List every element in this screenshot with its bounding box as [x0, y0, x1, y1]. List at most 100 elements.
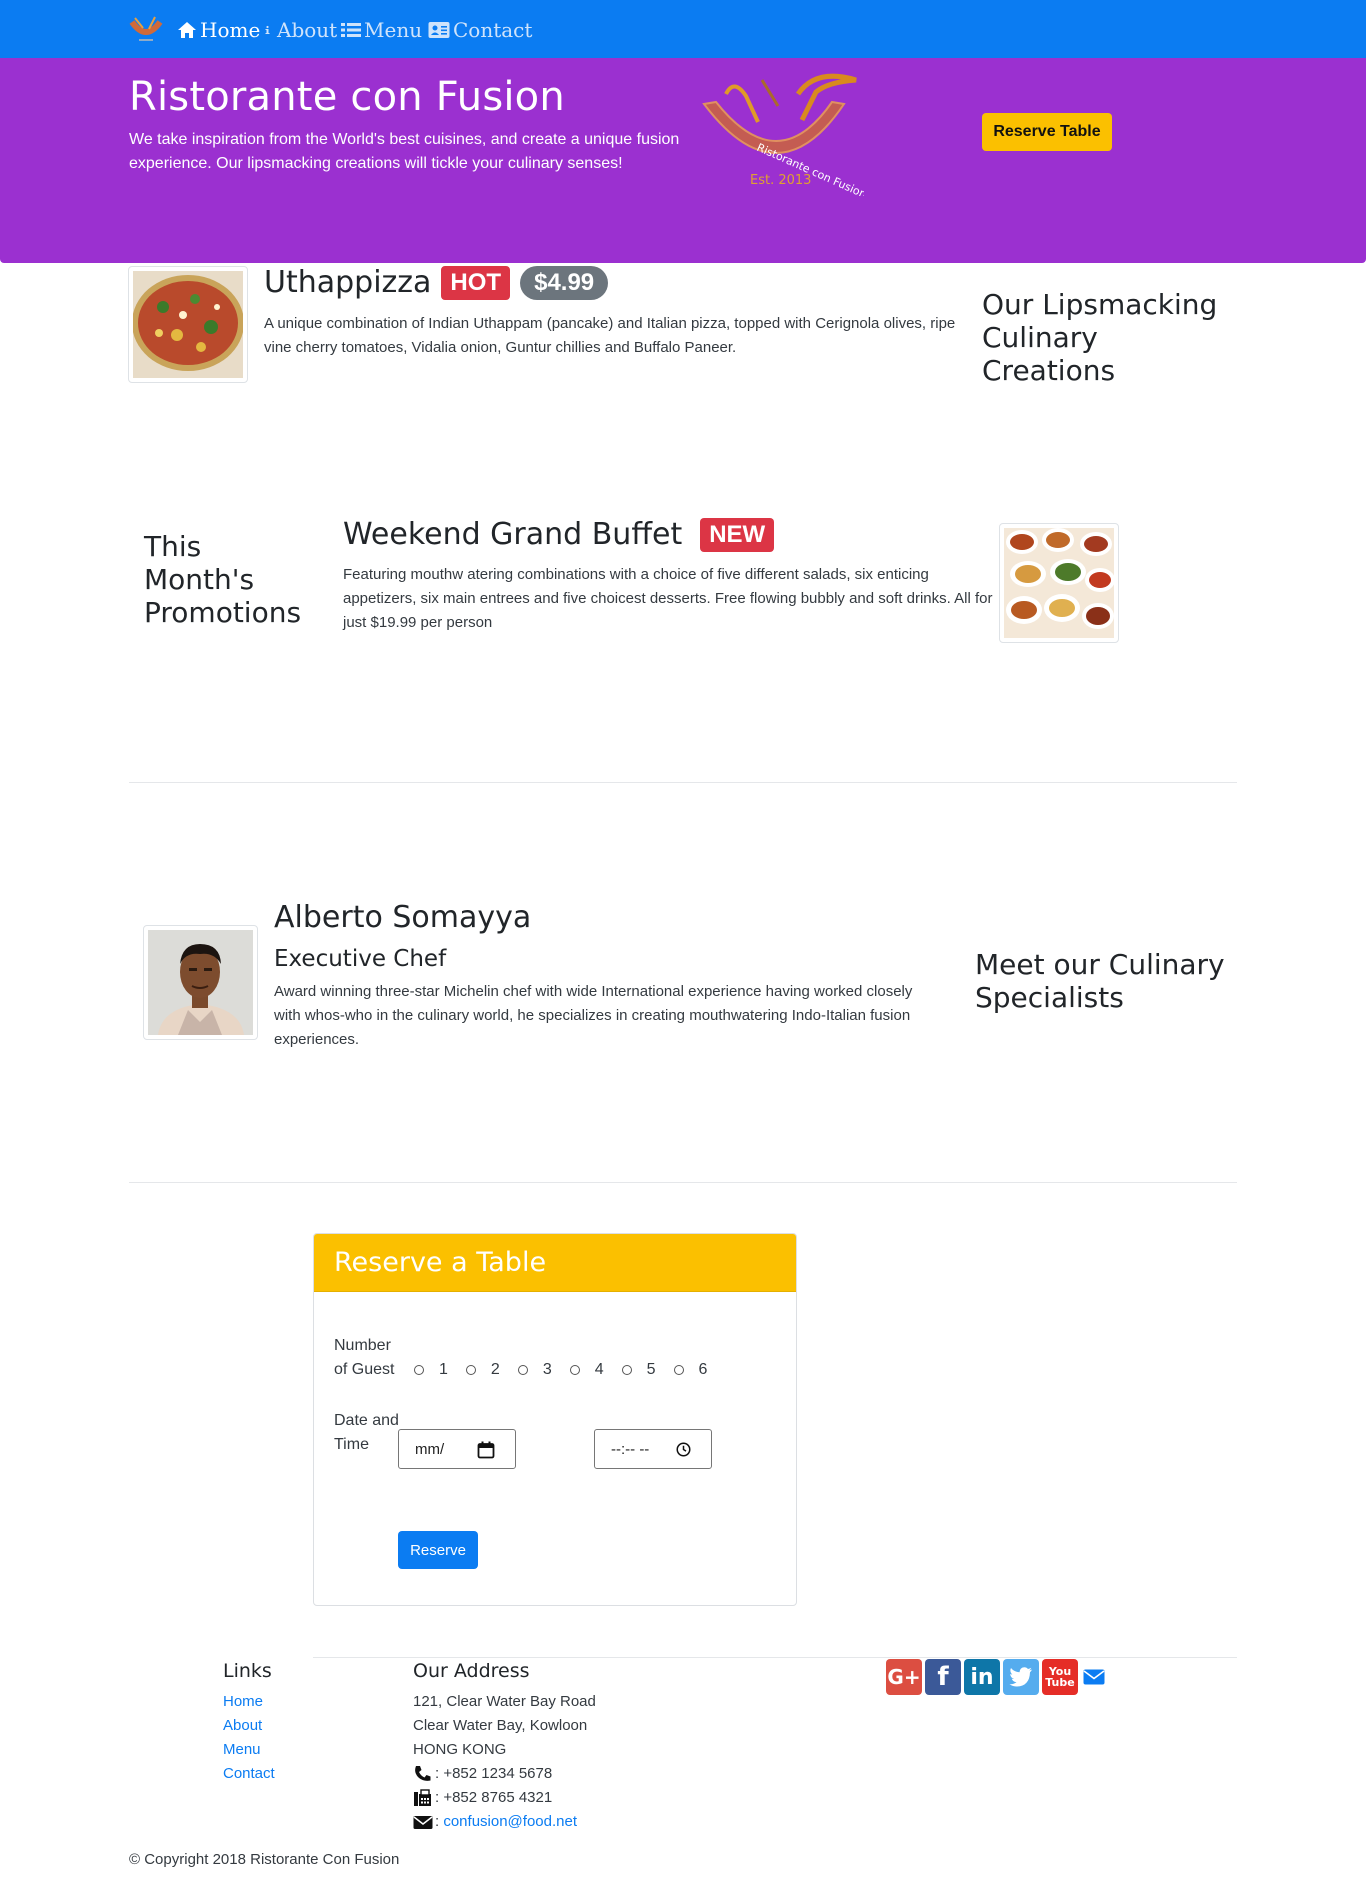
- promotions-section-title: This Month's Promotions: [144, 530, 302, 629]
- youtube-icon[interactable]: You Tube: [1042, 1659, 1078, 1695]
- leader-designation: Executive Chef: [274, 946, 447, 972]
- guest-option-3[interactable]: 3: [517, 1361, 552, 1379]
- nav-contact[interactable]: Contact: [428, 18, 532, 42]
- radio-circle-icon[interactable]: [673, 1365, 684, 1375]
- section-divider: [129, 1182, 1237, 1183]
- section-divider: [129, 782, 1237, 783]
- guest-option-label: 6: [698, 1361, 708, 1378]
- radio-circle-icon[interactable]: [465, 1365, 476, 1375]
- google-plus-icon[interactable]: G+: [886, 1659, 922, 1695]
- footer-link-home[interactable]: Home: [223, 1693, 263, 1710]
- reserve-card-title: Reserve a Table: [314, 1234, 796, 1292]
- envelope-icon[interactable]: [1081, 1659, 1107, 1695]
- leaders-section-title: Meet our Culinary Specialists: [975, 948, 1225, 1014]
- date-input-value: mm/: [415, 1440, 445, 1458]
- phone-line: : +852 1234 5678: [413, 1762, 596, 1786]
- jumbotron-text: We take inspiration from the World's bes…: [129, 131, 680, 172]
- reserve-submit-button[interactable]: Reserve: [398, 1531, 478, 1569]
- leader-description: Award winning three-star Michelin chef w…: [274, 983, 913, 1048]
- footer-link-contact[interactable]: Contact: [223, 1765, 275, 1782]
- nav-about-label: About: [277, 18, 338, 42]
- home-icon: [178, 22, 196, 38]
- fax-line: : +852 8765 4321: [413, 1786, 596, 1810]
- social-links: G+ f in You Tube: [886, 1659, 1107, 1695]
- facebook-icon[interactable]: f: [925, 1659, 961, 1695]
- guest-option-5[interactable]: 5: [621, 1361, 656, 1379]
- promotion-description: Featuring mouthw atering combinations wi…: [343, 566, 993, 631]
- footer-address-title: Our Address: [413, 1660, 530, 1682]
- logo-est: Est. 2013: [750, 173, 811, 188]
- dish-name: Uthappizza: [264, 265, 432, 300]
- jumbotron: Ristorante con Fusion We take inspiratio…: [0, 58, 1366, 263]
- time-input-value: --:-- --: [611, 1440, 650, 1458]
- buffet-image: [1004, 528, 1114, 638]
- datetime-label: Date and Time: [334, 1412, 399, 1453]
- guests-label: Number of Guest: [334, 1337, 395, 1378]
- address-line: HONG KONG: [413, 1741, 507, 1758]
- guest-option-label: 5: [646, 1361, 656, 1378]
- guest-option-4[interactable]: 4: [569, 1361, 604, 1379]
- fax-icon: [414, 1789, 431, 1806]
- footer-address: 121, Clear Water Bay Road Clear Water Ba…: [413, 1690, 596, 1834]
- reserve-table-button[interactable]: Reserve Table: [982, 113, 1112, 151]
- info-icon: [265, 25, 270, 34]
- brand-logo-icon[interactable]: [129, 14, 163, 46]
- envelope-icon: [413, 1816, 433, 1829]
- guest-option-2[interactable]: 2: [465, 1361, 500, 1379]
- email-link[interactable]: confusion@food.net: [443, 1810, 577, 1834]
- radio-circle-icon[interactable]: [569, 1365, 580, 1375]
- footer-divider: [313, 1657, 1237, 1658]
- footer-links-title: Links: [223, 1660, 272, 1682]
- nav-menu[interactable]: Menu: [341, 18, 422, 42]
- leader-name: Alberto Somayya: [274, 900, 532, 935]
- restaurant-logo: Ristorante con Fusion Est. 2013: [702, 73, 864, 196]
- radio-circle-icon[interactable]: [621, 1365, 632, 1375]
- radio-circle-icon[interactable]: [414, 1365, 424, 1375]
- dish-image: [128, 266, 248, 383]
- address-line: 121, Clear Water Bay Road: [413, 1693, 596, 1710]
- nav-home-label: Home: [200, 18, 261, 42]
- promotion-image: [999, 523, 1119, 643]
- chef-photo: [148, 930, 253, 1035]
- nav-menu-label: Menu: [364, 18, 423, 42]
- email-separator: :: [435, 1813, 444, 1830]
- date-input[interactable]: mm/: [398, 1429, 516, 1469]
- radio-circle-icon[interactable]: [517, 1365, 528, 1375]
- footer-link-about[interactable]: About: [223, 1717, 262, 1734]
- guest-option-label: 4: [594, 1361, 604, 1378]
- time-input[interactable]: --:-- --: [594, 1429, 712, 1469]
- promotion-name: Weekend Grand Buffet: [343, 517, 683, 552]
- list-icon: [341, 23, 361, 37]
- footer-link-menu[interactable]: Menu: [223, 1741, 261, 1758]
- email-envelope-icon: [1083, 1669, 1105, 1685]
- guest-option-6[interactable]: 6: [673, 1361, 708, 1379]
- dish-heading: Uthappizza HOT $4.99: [264, 265, 609, 300]
- page-title: Ristorante con Fusion: [129, 74, 565, 120]
- linkedin-icon[interactable]: in: [964, 1659, 1000, 1695]
- nav-home[interactable]: Home: [177, 18, 260, 42]
- phone-icon: [415, 1766, 431, 1781]
- dishes-section-title: Our Lipsmacking Culinary Creations: [982, 288, 1218, 387]
- twitter-bird-icon: [1009, 1667, 1032, 1687]
- pizza-image: [133, 271, 243, 378]
- price-badge: $4.99: [520, 265, 609, 300]
- calendar-icon[interactable]: [477, 1441, 495, 1459]
- guests-radio-group: 1 2 3 4 5 6: [414, 1361, 725, 1379]
- leader-image: [143, 925, 258, 1040]
- hot-badge: HOT: [441, 265, 511, 300]
- navbar: Home About Menu Contact: [0, 0, 1366, 58]
- guest-option-label: 2: [490, 1361, 500, 1378]
- twitter-icon[interactable]: [1003, 1659, 1039, 1695]
- clock-icon[interactable]: [676, 1442, 691, 1457]
- guest-option-label: 3: [542, 1361, 552, 1378]
- email-line: : confusion@food.net: [413, 1810, 596, 1834]
- reserve-table-card: Reserve a Table Number of Guest 1 2 3 4 …: [313, 1233, 797, 1606]
- phone-number: : +852 1234 5678: [435, 1765, 553, 1782]
- guest-option-label: 1: [439, 1361, 448, 1378]
- dish-description: A unique combination of Indian Uthappam …: [264, 315, 956, 356]
- promotion-heading: Weekend Grand Buffet NEW: [343, 517, 775, 552]
- new-badge: NEW: [700, 517, 775, 552]
- nav-about[interactable]: About: [264, 18, 337, 42]
- address-line: Clear Water Bay, Kowloon: [413, 1717, 588, 1734]
- guest-option-1[interactable]: 1: [414, 1361, 448, 1379]
